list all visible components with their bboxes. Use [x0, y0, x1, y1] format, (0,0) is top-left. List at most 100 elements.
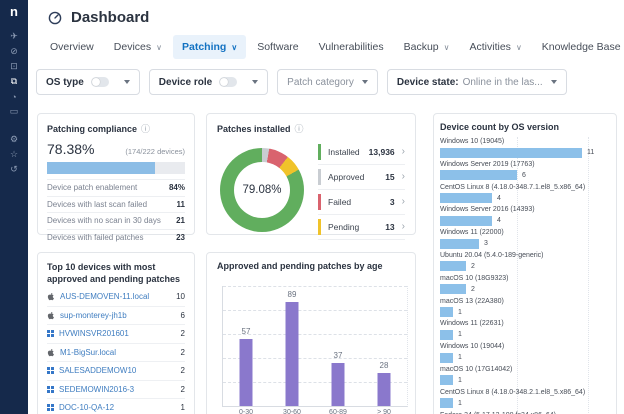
os-version-row: Windows 11 (22631) 1 [440, 319, 610, 342]
legend-value: 13 [385, 222, 395, 232]
info-icon[interactable]: ⓘ [295, 122, 304, 135]
tab-software[interactable]: Software [248, 35, 307, 59]
settings-icon[interactable]: ⚙ [0, 132, 28, 147]
chevron-right-icon: › [401, 196, 405, 207]
top-devices-title: Top 10 devices with most approved and pe… [47, 262, 181, 284]
os-bar-line: 4 [440, 215, 610, 226]
filter-device-state[interactable]: Device state: Online in the las... [386, 69, 567, 95]
windows-icon [47, 404, 54, 412]
apple-icon [47, 311, 55, 320]
os-version-row: Fedora 34 (5.17.12-100.fc34.x86_64)1 [440, 411, 610, 414]
tab-overview[interactable]: Overview [41, 35, 103, 59]
device-patch-count: 10 [176, 292, 185, 302]
os-bar-line: 1 [440, 398, 610, 409]
brand-logo[interactable]: n [10, 5, 18, 19]
sidebar-icons: ✈ ⊘ ⊡ ⧉ ◔ ▭ ⚙ ☆ ↺ [0, 29, 28, 177]
apps-icon[interactable]: ⧉ [0, 74, 28, 89]
os-bar-value: 1 [458, 331, 462, 339]
page-title: Dashboard [71, 9, 150, 26]
os-version-label: Windows Server 2019 (17763) [440, 160, 535, 168]
device-role-toggle[interactable] [219, 77, 238, 87]
tab-vulnerabilities[interactable]: Vulnerabilities [310, 35, 393, 59]
os-version-label: Windows 11 (22000) [440, 229, 504, 237]
patches-by-age-card: Approved and pending patches by age 57 0-… [206, 252, 416, 414]
device-row: DOC-10-QA-12 1 [47, 399, 185, 414]
os-version-label: Windows 10 (19045) [440, 138, 505, 145]
device-link[interactable]: sup-monterey-jh1b [60, 311, 181, 320]
compliance-progress-bar [47, 162, 185, 174]
stat-value: 21 [176, 216, 185, 226]
windows-icon [47, 367, 54, 375]
schedule-icon[interactable]: ◔ [0, 89, 28, 104]
device-row: AUS-DEMOVEN-11.local 10 [47, 288, 185, 307]
send-icon[interactable]: ✈ [0, 29, 28, 44]
legend-row-pending[interactable]: Pending 13 › [318, 215, 405, 240]
chevron-down-icon [252, 80, 259, 84]
filter-patch-category[interactable]: Patch category [277, 69, 378, 95]
age-bar-value: 57 [241, 327, 251, 336]
patches-by-age-title: Approved and pending patches by age [217, 261, 383, 271]
device-patch-count: 2 [180, 347, 185, 357]
gauge-icon [48, 11, 62, 24]
dashboard-icon[interactable]: ⊘ [0, 44, 28, 59]
tab-backup[interactable]: Backup ∨ [395, 35, 459, 59]
tab-knowledge-base[interactable]: Knowledge Base [533, 35, 624, 59]
card-title: Patching compliance ⓘ [47, 122, 185, 135]
chevron-down-icon [550, 80, 557, 84]
os-bar-line: 2 [440, 261, 610, 272]
os-bar-value: 2 [471, 262, 475, 270]
os-bar [440, 238, 479, 249]
stat-value: 84% [168, 183, 185, 193]
os-bar-value: 11 [587, 149, 595, 156]
os-version-label: Windows Server 2016 (14393) [440, 206, 535, 214]
apple-icon [47, 348, 55, 357]
info-icon[interactable]: ⓘ [141, 122, 150, 135]
tab-activities[interactable]: Activities ∨ [461, 35, 531, 59]
dashboard-app: n ✈ ⊘ ⊡ ⧉ ◔ ▭ ⚙ ☆ ↺ Dashboard Overview Devices ∨ Pa… [0, 0, 624, 414]
os-bar [440, 147, 582, 158]
stat-row: Device patch enablement 84% [47, 179, 185, 196]
legend-label: Failed [328, 197, 352, 207]
patching-compliance-card: Patching compliance ⓘ 78.38% (174/222 de… [37, 113, 195, 242]
os-bar-line: 1 [440, 375, 610, 386]
os-version-card: Device count by OS version Windows 10 (1… [433, 113, 617, 414]
top-devices-card: Top 10 devices with most approved and pe… [37, 252, 195, 414]
device-link[interactable]: M1-BigSur.local [60, 348, 181, 357]
legend-row-installed[interactable]: Installed 13,936 › [318, 140, 405, 165]
tab-patching[interactable]: Patching ∨ [172, 35, 247, 59]
page-header: Dashboard [48, 9, 149, 26]
legend-row-failed[interactable]: Failed 3 › [318, 190, 405, 215]
device-link[interactable]: AUS-DEMOVEN-11.local [60, 292, 176, 301]
stat-row: Devices with failed patches 23 [47, 228, 185, 246]
chevron-right-icon: › [401, 146, 405, 157]
device-link[interactable]: HVWINSVR201601 [59, 329, 181, 338]
age-bar-value: 89 [287, 290, 297, 299]
filter-device-role[interactable]: Device role [148, 69, 269, 95]
legend-label: Pending [328, 222, 360, 232]
card-title: Patches installed ⓘ [217, 122, 405, 135]
windows-icon [47, 330, 54, 338]
os-type-toggle[interactable] [90, 77, 109, 87]
legend-value: 15 [385, 172, 395, 182]
legend-color-bar [318, 169, 321, 185]
filter-os-type[interactable]: OS type [36, 69, 140, 95]
stat-label: Devices with no scan in 30 days [47, 216, 161, 226]
tab-devices[interactable]: Devices ∨ [105, 35, 171, 59]
os-bar [440, 375, 453, 386]
os-bar [440, 307, 453, 318]
history-icon[interactable]: ↺ [0, 162, 28, 177]
device-link[interactable]: SEDEMOWIN2016-3 [59, 385, 181, 394]
device-patch-count: 2 [180, 366, 185, 376]
favorites-icon[interactable]: ☆ [0, 147, 28, 162]
os-version-row: Windows Server 2016 (14393) 4 [440, 205, 610, 228]
chevron-right-icon: › [401, 171, 405, 182]
os-version-label: Windows 11 (22631) [440, 320, 504, 328]
legend-row-approved[interactable]: Approved 15 › [318, 165, 405, 190]
devices-icon[interactable]: ⊡ [0, 59, 28, 74]
device-link[interactable]: DOC-10-QA-12 [59, 403, 181, 412]
legend-label: Installed [328, 147, 360, 157]
legend-value: 3 [389, 197, 395, 207]
donut-center-label: 79.08% [234, 162, 290, 218]
billing-icon[interactable]: ▭ [0, 104, 28, 119]
device-link[interactable]: SALESADDEMOW10 [59, 366, 181, 375]
